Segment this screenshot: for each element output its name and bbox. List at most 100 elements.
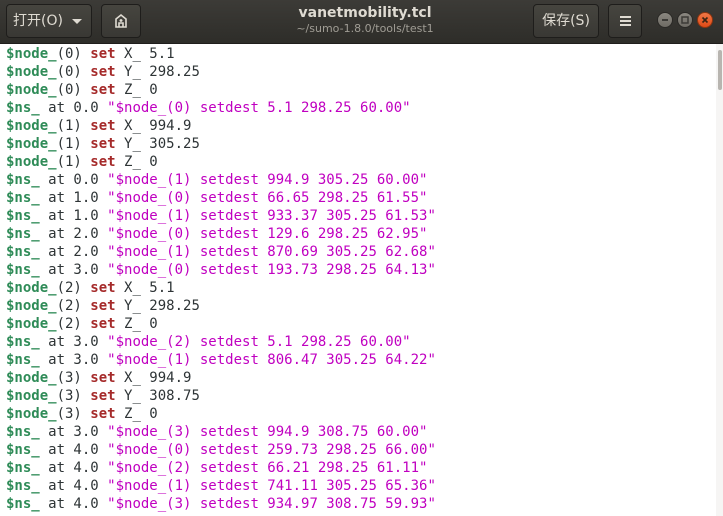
line-variable: $node_ [6,118,57,134]
line-variable: $node_ [6,154,57,170]
line-text: (1) [56,118,91,134]
maximize-button[interactable] [677,12,693,28]
line-text: (1) [56,136,91,152]
code-line[interactable]: $node_(1) set X_ 994.9 [6,117,191,135]
window-controls [655,12,719,30]
line-keyword: set [90,370,116,386]
line-variable: $node_ [6,298,57,314]
line-text: at 4.0 [39,442,108,458]
code-line[interactable]: $ns_ at 3.0 "$node_(2) setdest 5.1 298.2… [6,333,411,351]
code-line[interactable]: $ns_ at 4.0 "$node_(0) setdest 259.73 29… [6,441,436,459]
line-variable: $ns_ [6,496,40,512]
line-text: at 4.0 [39,496,108,512]
code-line[interactable]: $ns_ at 4.0 "$node_(3) setdest 934.97 30… [6,495,436,513]
code-line[interactable]: $ns_ at 2.0 "$node_(1) setdest 870.69 30… [6,243,436,261]
line-text: (0) [56,46,91,62]
line-text: at 3.0 [39,352,108,368]
line-variable: $ns_ [6,208,40,224]
line-string: "$node_(1) setdest 741.11 305.25 65.36" [107,478,436,494]
line-text-tail: X_ 994.9 [115,370,192,386]
line-variable: $ns_ [6,334,40,350]
save-button[interactable]: 保存(S) [533,4,599,38]
code-line[interactable]: $ns_ at 2.0 "$node_(0) setdest 129.6 298… [6,225,427,243]
line-variable: $ns_ [6,190,40,206]
line-text: (2) [56,280,91,296]
line-text-tail: Z_ 0 [115,154,158,170]
code-line[interactable]: $node_(1) set Y_ 305.25 [6,135,200,153]
code-line[interactable]: $ns_ at 1.0 "$node_(1) setdest 933.37 30… [6,207,436,225]
line-keyword: set [90,118,116,134]
line-variable: $ns_ [6,460,40,476]
line-text: (3) [56,388,91,404]
code-line[interactable]: $node_(1) set Z_ 0 [6,153,158,171]
code-line[interactable]: $ns_ at 3.0 "$node_(3) setdest 994.9 308… [6,423,427,441]
line-text-tail: Y_ 298.25 [115,298,200,314]
line-variable: $ns_ [6,442,40,458]
line-text: at 4.0 [39,460,108,476]
new-document-icon [115,13,127,28]
line-string: "$node_(1) setdest 870.69 305.25 62.68" [107,244,436,260]
line-text: at 2.0 [39,244,108,260]
code-line[interactable]: $ns_ at 4.0 "$node_(2) setdest 66.21 298… [6,459,427,477]
line-variable: $ns_ [6,262,40,278]
line-keyword: set [90,64,116,80]
code-line[interactable]: $node_(2) set Y_ 298.25 [6,297,200,315]
line-text: (2) [56,316,91,332]
code-line[interactable]: $node_(3) set Z_ 0 [6,405,158,423]
open-button[interactable]: 打开(O) [6,4,92,38]
close-button[interactable] [697,12,713,28]
code-line[interactable]: $ns_ at 1.0 "$node_(0) setdest 66.65 298… [6,189,427,207]
line-string: "$node_(2) setdest 66.21 298.25 61.11" [107,460,428,476]
line-text-tail: X_ 994.9 [115,118,192,134]
line-string: "$node_(3) setdest 934.97 308.75 59.93" [107,496,436,512]
line-variable: $ns_ [6,172,40,188]
line-string: "$node_(1) setdest 806.47 305.25 64.22" [107,352,436,368]
code-line[interactable]: $node_(0) set X_ 5.1 [6,45,175,63]
line-text: (0) [56,64,91,80]
line-variable: $node_ [6,370,57,386]
line-keyword: set [90,406,116,422]
menu-button[interactable] [608,4,642,38]
line-string: "$node_(0) setdest 193.73 298.25 64.13" [107,262,436,278]
line-variable: $node_ [6,64,57,80]
minimize-icon [662,19,668,21]
new-document-button[interactable] [101,4,141,38]
line-string: "$node_(0) setdest 5.1 298.25 60.00" [107,100,411,116]
line-text: (3) [56,370,91,386]
line-variable: $ns_ [6,424,40,440]
line-text-tail: Z_ 0 [115,316,158,332]
window-title: vanetmobility.tcl ~/sumo-1.8.0/tools/tes… [240,4,490,36]
line-text: at 4.0 [39,478,108,494]
code-line[interactable]: $ns_ at 3.0 "$node_(1) setdest 806.47 30… [6,351,436,369]
line-text-tail: Z_ 0 [115,82,158,98]
line-variable: $node_ [6,136,57,152]
line-text-tail: Z_ 0 [115,406,158,422]
code-line[interactable]: $ns_ at 0.0 "$node_(1) setdest 994.9 305… [6,171,427,189]
scrollbar-thumb[interactable] [718,50,722,90]
line-text: at 3.0 [39,262,108,278]
file-path: ~/sumo-1.8.0/tools/test1 [296,22,434,35]
code-line[interactable]: $node_(3) set X_ 994.9 [6,369,191,387]
header-bar: 打开(O) vanetmobility.tcl ~/sumo-1.8.0/too… [0,0,723,44]
line-variable: $node_ [6,82,57,98]
code-line[interactable]: $node_(2) set X_ 5.1 [6,279,175,297]
line-text: at 3.0 [39,424,108,440]
line-text-tail: Y_ 305.25 [115,136,200,152]
line-keyword: set [90,316,116,332]
code-line[interactable]: $node_(0) set Y_ 298.25 [6,63,200,81]
code-line[interactable]: $node_(3) set Y_ 308.75 [6,387,200,405]
code-editor[interactable]: $node_(0) set X_ 5.1 $node_(0) set Y_ 298… [0,44,716,516]
line-text-tail: Y_ 308.75 [115,388,200,404]
line-string: "$node_(2) setdest 5.1 298.25 60.00" [107,334,411,350]
line-text-tail: X_ 5.1 [115,280,175,296]
minimize-button[interactable] [657,12,673,28]
line-keyword: set [90,154,116,170]
code-line[interactable]: $ns_ at 3.0 "$node_(0) setdest 193.73 29… [6,261,436,279]
code-line[interactable]: $ns_ at 0.0 "$node_(0) setdest 5.1 298.2… [6,99,411,117]
line-text: at 2.0 [39,226,108,242]
vertical-scrollbar[interactable] [716,44,723,516]
code-line[interactable]: $node_(2) set Z_ 0 [6,315,158,333]
code-line[interactable]: $node_(0) set Z_ 0 [6,81,158,99]
line-string: "$node_(3) setdest 994.9 308.75 60.00" [107,424,428,440]
code-line[interactable]: $ns_ at 4.0 "$node_(1) setdest 741.11 30… [6,477,436,495]
